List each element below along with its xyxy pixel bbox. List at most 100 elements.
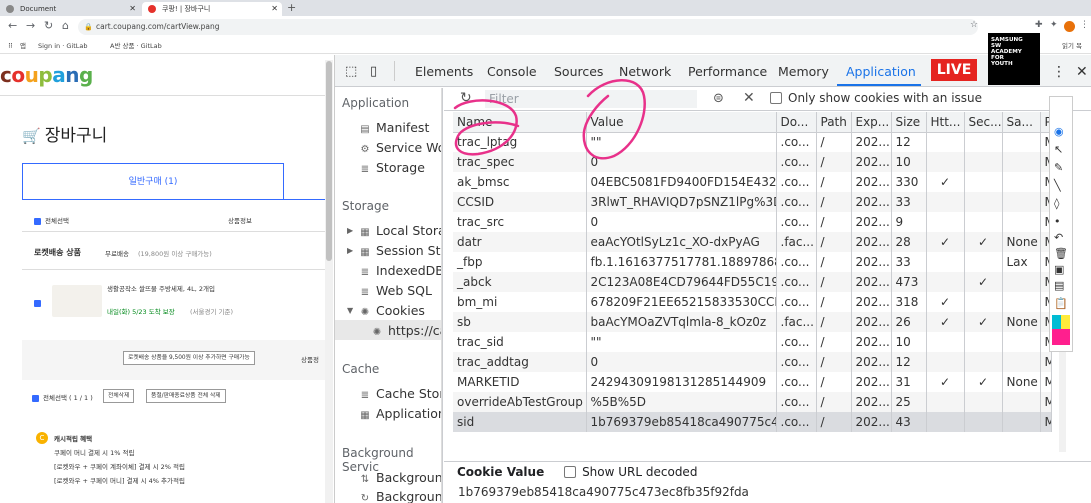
eye-icon[interactable]: ◉ [1054,125,1064,138]
undo-icon[interactable]: ↶ [1054,231,1063,244]
more-options-icon[interactable]: ⋮ [1052,64,1066,80]
tab-network[interactable]: Network [619,64,671,79]
puzzle-icon[interactable]: ✦ [1050,20,1058,30]
table-row[interactable]: bm_mi678209F21EE65215833530CCE5....co...… [453,292,1052,312]
page-scroll-thumb[interactable] [326,61,332,261]
sidebar-item-cookies[interactable]: ✺ Cookies [359,303,425,318]
product-name[interactable]: 생활공작소 쌀뜨물 주방세제, 4L, 2개입 [107,283,215,293]
table-row[interactable]: CCSID 3RlwT_RHAVIQD7pSNZ1lPg%3D... .co... /… [453,192,1052,212]
select-all-bottom[interactable]: 전체선택 ( 1 / 1 ) [32,392,93,402]
coupang-logo[interactable]: coupang [0,63,93,87]
column-header[interactable]: Sa... [1002,112,1041,133]
reload-icon[interactable]: ↻ [44,19,53,32]
sidebar-item-background-sync[interactable]: ↻ Background [359,489,442,503]
color-swatch[interactable] [1052,315,1070,329]
cookie-value-text[interactable]: 1b769379eb85418ca490775c473ec8fb35f92fda [458,485,749,499]
avatar[interactable] [1064,21,1075,32]
bookmark-gitlab-class[interactable]: A반 상품 · GitLab [110,38,162,54]
table-row[interactable]: ak_bmsc04EBC5081FD9400FD154E432D....co..… [453,172,1052,192]
column-header[interactable]: Exp... [851,112,892,133]
close-icon[interactable]: ✕ [129,2,136,16]
sidebar-item-manifest[interactable]: ▤ Manifest [359,120,429,135]
filter-input[interactable]: Filter [485,90,697,108]
table-row[interactable]: trac_lptag"".co.../202...12Me... [453,132,1052,152]
inspect-cursor-icon[interactable]: ⬚ [345,64,357,79]
reading-list[interactable]: 읽기 목 [1062,38,1082,54]
expand-triangle-icon[interactable]: ▶ [347,226,353,235]
address-bar[interactable]: 🔒 cart.coupang.com/cartView.pang [78,19,978,35]
tab-memory[interactable]: Memory [778,64,829,79]
dot-icon[interactable]: • [1054,215,1061,228]
table-row[interactable]: MARKETID 2429430919813128514490​9 .co.../2… [453,372,1052,392]
new-tab-button[interactable]: + [287,1,296,14]
delete-soldout-button[interactable]: 품절/판매종료상품 전체 삭제 [146,389,226,403]
bookmark-gitlab-signin[interactable]: Sign in · GitLab [38,38,88,54]
sidebar-scrollbar[interactable] [441,88,442,503]
table-row[interactable]: datr eaAcYOtlSyLz1c_XO-dxPyAG .fac.../202.… [453,232,1052,252]
tab-elements[interactable]: Elements [415,64,473,79]
table-row[interactable]: trac_addtag0.co.../202...12 Me... [453,352,1052,372]
sidebar-item-application-cache[interactable]: ▦ Application [359,406,442,421]
checkbox[interactable] [564,466,577,478]
close-icon[interactable]: ✕ [271,2,278,16]
delete-all-button[interactable]: 전체삭제 [103,389,135,403]
delete-icon[interactable]: ✕ [743,90,755,106]
trash-icon[interactable]: 🗑 [1054,247,1068,260]
apps-grid-icon[interactable]: ⠿ [8,38,13,54]
close-icon[interactable]: ✕ [1076,64,1088,80]
checkbox[interactable] [34,217,41,225]
column-header[interactable]: Path [816,112,852,133]
tab-performance[interactable]: Performance [688,64,767,79]
cursor-icon[interactable]: ↖ [1054,143,1063,156]
table-row[interactable]: _abck2C123A08E4CD79644FD55C199....co.../… [453,272,1052,292]
table-row[interactable]: trac_spec0.co.../202...10Me... [453,152,1052,172]
home-icon[interactable]: ⌂ [62,19,69,32]
checkbox[interactable] [770,92,782,104]
forward-arrow-icon[interactable]: → [26,19,35,32]
refresh-icon[interactable]: ↻ [460,90,472,106]
column-header[interactable]: Value [586,112,777,133]
sidebar-item-websql[interactable]: ≣ Web SQL [359,283,432,298]
clipboard-icon[interactable]: 📋 [1054,297,1068,310]
show-url-decoded-toggle[interactable]: Show URL decoded [564,465,697,479]
table-row[interactable]: trac_src0.co.../202...9Me... [453,212,1052,232]
sidebar-item-cookie-origin[interactable]: ✺ https://ca [371,323,442,338]
select-all-row[interactable]: 전체선택 [34,215,69,225]
table-row[interactable]: sb baAcYMOaZVTqlmla-8_kOz0z .fac.../202...… [453,312,1052,332]
tab-general-purchase[interactable]: 일반구매 (1) [22,163,284,199]
tab-sources[interactable]: Sources [554,64,603,79]
column-header[interactable]: Sec... [964,112,1003,133]
column-header[interactable]: Do... [776,112,817,133]
back-arrow-icon[interactable]: ← [8,19,17,32]
table-row[interactable]: overrideAbTestGroup %5B%5D .co.../202... 25… [453,392,1052,412]
stamp-icon[interactable]: ▣ [1054,263,1064,276]
highlighter-icon[interactable]: ✎ [1054,161,1063,174]
rocket-add-button[interactable]: 로켓배송 상품을 9,500원 이상 추가하면 구매가능 [123,351,255,365]
only-issue-toggle[interactable]: Only show cookies with an issue [770,91,982,105]
sidebar-item-storage[interactable]: ≣ Storage [359,160,425,175]
product-checkbox[interactable] [34,299,45,307]
sidebar-item-background-fetch[interactable]: ⇅ Background [359,470,442,485]
eraser-icon[interactable]: ◊ [1054,197,1059,210]
camera-icon[interactable]: ▤ [1054,279,1064,292]
pen-icon[interactable]: ╲ [1054,179,1061,192]
sidebar-item-service-workers[interactable]: ⚙ Service Wor [359,140,442,155]
browser-tab-document[interactable]: Document ✕ [0,2,140,16]
expand-triangle-icon[interactable]: ▶ [347,246,353,255]
column-header[interactable]: Size [891,112,927,133]
tab-application[interactable]: Application [846,64,916,79]
extension-icon[interactable]: ✚ [1035,20,1043,30]
color-swatch-pink[interactable] [1052,329,1070,345]
sidebar-item-cache-storage[interactable]: ≣ Cache Stora [359,386,442,401]
device-toggle-icon[interactable]: ▯ [370,64,377,79]
checkbox[interactable] [32,394,39,402]
sidebar-item-session-storage[interactable]: ▦ Session Stor [359,243,442,258]
column-header[interactable]: Name [453,112,587,133]
table-row[interactable]: trac_sid"".co.../202...10Me... [453,332,1052,352]
product-image[interactable] [52,285,102,317]
collapse-triangle-icon[interactable]: ▼ [347,306,353,315]
browser-tab-coupang[interactable]: 쿠팡! | 장바구니 ✕ [142,2,282,16]
sidebar-item-indexeddb[interactable]: ≣ IndexedDB [359,263,442,278]
menu-icon[interactable]: ⋮ [1080,20,1089,30]
clear-filtered-icon[interactable]: ⊜ [713,91,724,106]
